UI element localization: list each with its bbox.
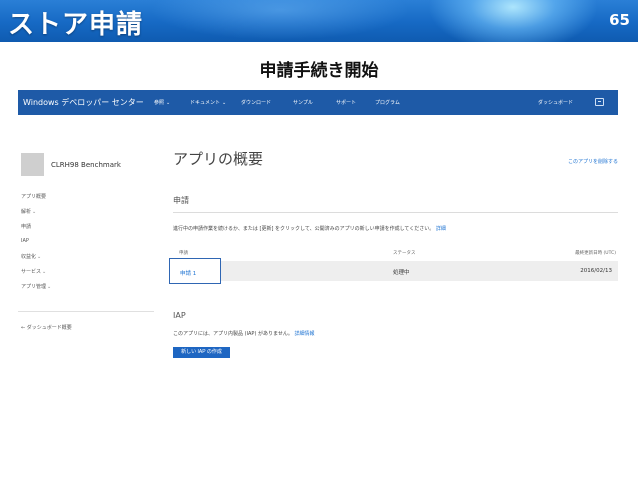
slide-header: ストア申請 65 — [0, 0, 638, 42]
header-glow-decoration — [150, 0, 410, 40]
create-iap-button[interactable]: 新しい IAP の作成 — [173, 347, 230, 358]
submissions-heading: 申請 — [173, 196, 189, 205]
column-header-updated: 最終更新日時 (UTC) — [575, 251, 616, 256]
nav-item-downloads[interactable]: ダウンロード — [241, 99, 271, 106]
column-header-status: ステータス — [393, 251, 416, 256]
page-title: アプリの概要 — [173, 150, 264, 168]
chevron-down-icon: ⌄ — [32, 209, 37, 215]
submission-updated: 2016/02/13 — [580, 268, 612, 274]
sidebar: CLRH98 Benchmark アプリ概要 解析⌄ 申請 IAP 収益化⌄ サ… — [18, 115, 154, 365]
submissions-description: 進行中の申請作業を続けるか、または [更新] をクリックして、公開済みのアプリの… — [173, 226, 446, 232]
sidebar-item-app-management[interactable]: アプリ管理⌄ — [21, 283, 51, 290]
slide-title: ストア申請 — [8, 10, 144, 40]
iap-description: このアプリには、アプリ内製品 (IAP) がありません。 詳細情報 — [173, 331, 315, 337]
sidebar-item-iap[interactable]: IAP — [21, 238, 29, 244]
nav-item-programs[interactable]: プログラム — [375, 99, 400, 106]
submission-link[interactable]: 申請 1 — [169, 258, 221, 284]
iap-heading: IAP — [173, 311, 186, 320]
nav-item-samples[interactable]: サンプル — [293, 99, 313, 106]
nav-item-support[interactable]: サポート — [336, 99, 356, 106]
chevron-down-icon: ⌄ — [166, 100, 171, 106]
section-divider — [173, 212, 618, 213]
sidebar-item-app-overview[interactable]: アプリ概要 — [21, 193, 46, 200]
slide-subtitle: 申請手続き開始 — [259, 61, 379, 81]
sidebar-divider — [18, 311, 154, 312]
app-name: CLRH98 Benchmark — [51, 161, 121, 169]
column-header-submission: 申請 — [179, 251, 188, 256]
brand-link[interactable]: Windows デベロッパー センター — [23, 97, 144, 108]
feedback-icon[interactable] — [595, 98, 604, 106]
back-to-dashboard-link[interactable]: ← ダッシュボード概要 — [21, 324, 72, 331]
submissions-details-link[interactable]: 詳細 — [436, 226, 446, 232]
top-navigation-bar: Windows デベロッパー センター 参照 ⌄ ドキュメント ⌄ ダウンロード サ… — [18, 90, 618, 115]
header-glow-decoration — [428, 0, 598, 42]
sidebar-item-analytics[interactable]: 解析⌄ — [21, 208, 36, 215]
sidebar-item-monetization[interactable]: 収益化⌄ — [21, 253, 41, 260]
iap-details-link[interactable]: 詳細情報 — [294, 331, 314, 337]
dev-center-screenshot: Windows デベロッパー センター 参照 ⌄ ドキュメント ⌄ ダウンロード サ… — [18, 90, 618, 365]
nav-item-reference[interactable]: 参照 ⌄ — [154, 99, 170, 106]
chevron-down-icon: ⌄ — [37, 254, 42, 260]
chevron-down-icon: ⌄ — [222, 100, 227, 106]
chevron-down-icon: ⌄ — [42, 269, 47, 275]
app-tile-icon — [21, 153, 44, 176]
nav-item-documents[interactable]: ドキュメント ⌄ — [190, 99, 226, 106]
delete-app-link[interactable]: このアプリを削除する — [568, 158, 618, 165]
sidebar-item-submissions[interactable]: 申請 — [21, 223, 31, 230]
table-row: 申請 1 処理中 2016/02/13 — [169, 258, 618, 284]
chevron-down-icon: ⌄ — [47, 284, 52, 290]
dashboard-link[interactable]: ダッシュボード — [538, 99, 573, 106]
main-content: アプリの概要 このアプリを削除する 申請 進行中の申請作業を続けるか、または [… — [169, 115, 618, 365]
submission-status: 処理中 — [393, 270, 410, 276]
sidebar-item-services[interactable]: サービス⌄ — [21, 268, 46, 275]
submissions-table-header: 申請 ステータス 最終更新日時 (UTC) — [173, 248, 618, 258]
slide-page-number: 65 — [609, 11, 630, 29]
